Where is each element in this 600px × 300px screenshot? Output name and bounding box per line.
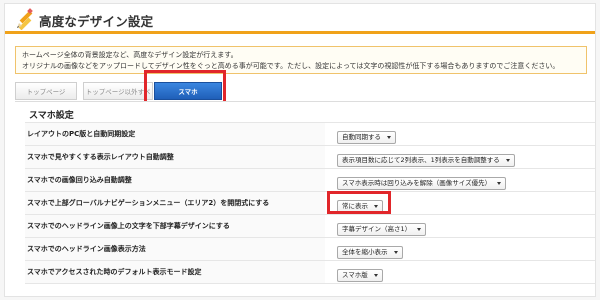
setting-label: スマホで見やすくする表示レイアウト自動調整 [25, 145, 325, 169]
dropdown-caret-icon [505, 159, 510, 162]
dropdown-caret-icon [373, 274, 378, 277]
setting-label: スマホでのヘッドライン画像表示方法 [25, 237, 325, 261]
setting-label: スマホで上部グローバルナビゲーションメニュー（エリア2）を開閉式にする [25, 191, 325, 215]
dropdown-caret-icon [497, 182, 502, 185]
select-value: 字幕デザイン（高さ1） [342, 225, 412, 233]
notice-line-2: オリジナルの画像などをアップロードしてデザイン性をぐっと高める事が可能です。ただ… [22, 62, 560, 70]
setting-label: スマホでアクセスされた時のデフォルト表示モード設定 [25, 260, 325, 284]
settings-table: レイアウトのPC版と自動同期設定 自動同期する スマホで見やすくする表示レイアウ… [25, 122, 595, 284]
dropdown-caret-icon [417, 228, 422, 231]
table-row: スマホで見やすくする表示レイアウト自動調整 表示項目数に応じて2列表示、1列表示… [25, 145, 595, 169]
tab-all-except-top[interactable]: トップページ以外すべて [83, 82, 153, 114]
dropdown-caret-icon [387, 136, 391, 139]
table-row: スマホでの画像回り込み自動調整 スマホ表示時は回り込みを解除（画像サイズ優先） [25, 168, 595, 192]
subtitle-design-select[interactable]: 字幕デザイン（高さ1） [337, 223, 427, 236]
page-header: 高度なデザイン設定 [5, 4, 595, 34]
dropdown-caret-icon [393, 251, 398, 254]
select-value: 全体を縮小表示 [342, 248, 388, 256]
settings-window: 高度なデザイン設定 ホームページ全体の背景設定など、高度なデザイン設定が行えます… [4, 3, 596, 297]
table-row: スマホでのヘッドライン画像上の文字を下部字幕デザインにする 字幕デザイン（高さ1… [25, 214, 595, 238]
table-row: レイアウトのPC版と自動同期設定 自動同期する [25, 122, 595, 146]
section-title: スマホ設定 [29, 111, 74, 121]
sync-layout-select[interactable]: 自動同期する [337, 131, 396, 144]
pencil-icon [17, 8, 33, 30]
image-wrap-select[interactable]: スマホ表示時は回り込みを解除（画像サイズ優先） [337, 177, 507, 190]
select-value: 自動同期する [342, 133, 381, 141]
select-value: スマホ版 [342, 271, 368, 279]
layout-adjust-select[interactable]: 表示項目数に応じて2列表示、1列表示を自動調整する [337, 154, 515, 167]
setting-label: スマホでのヘッドライン画像上の文字を下部字幕デザインにする [25, 214, 325, 238]
table-row: スマホでのヘッドライン画像表示方法 全体を縮小表示 [25, 237, 595, 261]
default-mode-select[interactable]: スマホ版 [337, 269, 383, 282]
table-row: スマホで上部グローバルナビゲーションメニュー（エリア2）を開閉式にする 常に表示 [25, 191, 595, 215]
tab-top-page[interactable]: トップページ [15, 82, 77, 100]
info-notice: ホームページ全体の背景設定など、高度なデザイン設定が行えます。 オリジナルの画像… [15, 46, 587, 74]
select-value: スマホ表示時は回り込みを解除（画像サイズ優先） [342, 179, 492, 187]
headline-display-select[interactable]: 全体を縮小表示 [337, 246, 403, 259]
setting-label: スマホでの画像回り込み自動調整 [25, 168, 325, 192]
table-row: スマホでアクセスされた時のデフォルト表示モード設定 スマホ版 [25, 260, 595, 284]
smartphone-settings-panel: スマホ設定 レイアウトのPC版と自動同期設定 自動同期する スマホで見やすくする… [15, 101, 595, 296]
setting-label: レイアウトのPC版と自動同期設定 [25, 122, 325, 146]
notice-line-1: ホームページ全体の背景設定など、高度なデザイン設定が行えます。 [22, 51, 238, 59]
select-value: 表示項目数に応じて2列表示、1列表示を自動調整する [342, 156, 500, 164]
tab-highlight-box [144, 70, 226, 104]
select-highlight-box [327, 191, 391, 214]
page-title: 高度なデザイン設定 [39, 14, 154, 29]
